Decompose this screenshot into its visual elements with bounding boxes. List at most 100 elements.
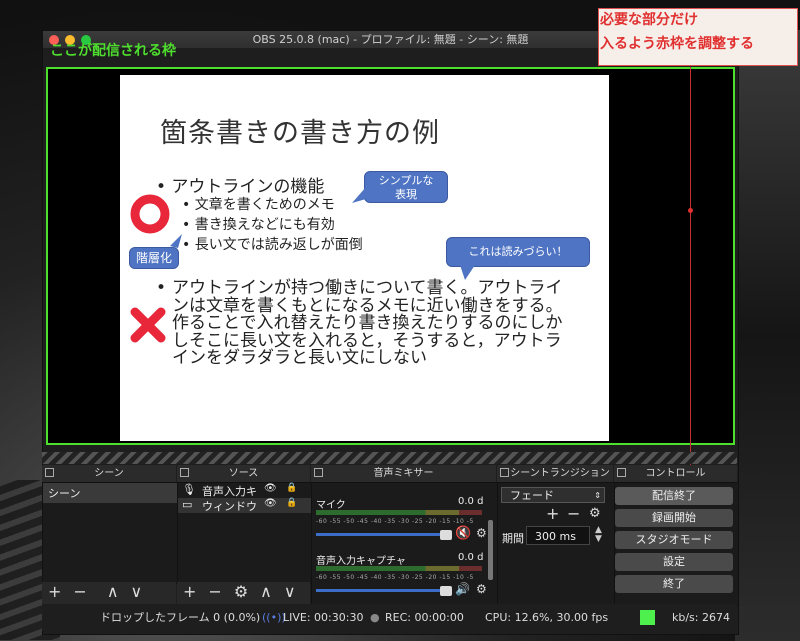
sources-list[interactable]: 🎙 音声入力キ 👁 🔒 ▭ ウィンドウ 👁 🔒 (177, 482, 312, 584)
remove-scene-button[interactable]: − (73, 582, 86, 601)
scene-item[interactable]: シーン (43, 483, 177, 503)
red-annotation-note: 必要な部分だけ 入るよう赤枠を調整する (598, 8, 798, 66)
slide-title: 箇条書きの書き方の例 (160, 118, 440, 149)
bubble-hard-tail (459, 262, 477, 280)
remove-transition-button[interactable]: − (567, 504, 580, 523)
slide-sub-item: • 書き換えなどにも有効 (182, 217, 335, 233)
duration-input[interactable]: 300 ms (526, 526, 590, 545)
muted-speaker-icon[interactable]: 🔇 (455, 526, 471, 541)
start-recording-button[interactable]: 録画開始 (615, 509, 733, 527)
bubble-simple-line1: シンプルな (378, 174, 434, 187)
bubble-simple-tail (352, 187, 366, 203)
lock-icon[interactable]: 🔒 (286, 483, 297, 493)
bubble-simple-line2: 表現 (395, 188, 417, 201)
sources-toolbar: + − ⚙ ∧ ∨ (177, 582, 310, 604)
controls-dock-header: コントロール (614, 465, 737, 483)
cpu-status: CPU: 12.6%, 30.00 fps (485, 611, 609, 624)
slide-paragraph-bullet: • (156, 278, 167, 298)
eye-icon[interactable]: 👁 (264, 498, 277, 509)
dock-grip-icon[interactable] (617, 468, 626, 477)
source-down-button[interactable]: ∨ (284, 582, 296, 601)
scenes-toolbar: + − ∧ ∨ (42, 582, 176, 604)
slide-paragraph: • アウトラインが持つ働きについて書く。アウトラインは文章を書くもとになるメモに… (156, 278, 576, 368)
duration-label: 期間 (502, 532, 524, 545)
scene-down-button[interactable]: ∨ (131, 582, 143, 601)
dock-grip-icon[interactable] (314, 468, 323, 477)
rec-timer: REC: 00:00:00 (385, 611, 464, 624)
transitions-dock-title: シーントランジション (510, 468, 610, 479)
volume-slider-knob[interactable] (440, 530, 452, 540)
remove-source-button[interactable]: − (208, 582, 221, 601)
crop-handle[interactable] (688, 208, 693, 213)
dock-divider[interactable] (42, 452, 737, 464)
source-item-label: ウィンドウ (202, 500, 257, 513)
source-up-button[interactable]: ∧ (260, 582, 272, 601)
slide-sub-item: • 文章を書くためのメモ (182, 197, 335, 213)
sources-dock-header: ソース (177, 465, 310, 483)
slide-paragraph-text: アウトラインが持つ働きについて書く。アウトラインは文章を書くもとになるメモに近い… (172, 278, 563, 368)
transitions-dock-header: シーントランジション (497, 465, 613, 483)
volume-meter (316, 566, 482, 571)
window-title: OBS 25.0.8 (mac) - プロファイル: 無題 - シーン: 無題 (252, 33, 529, 46)
add-scene-button[interactable]: + (48, 582, 61, 601)
settings-button[interactable]: 設定 (615, 553, 733, 571)
bitrate-status: kb/s: 2674 (672, 611, 730, 624)
mixer-settings-gear-icon[interactable]: ⚙ (476, 582, 487, 596)
scene-up-button[interactable]: ∧ (107, 582, 119, 601)
mixer-channel-db: 0.0 d (458, 496, 484, 507)
mixer-channel-db: 0.0 d (458, 552, 484, 563)
mixer-dock-title: 音声ミキサー (373, 468, 434, 479)
scenes-dock-title: シーン (94, 468, 124, 479)
source-item-label: 音声入力キ (202, 485, 257, 498)
mixer-settings-gear-icon[interactable]: ⚙ (476, 526, 487, 540)
sources-dock-title: ソース (228, 468, 259, 479)
mixer-channel-name: マイク (316, 500, 346, 511)
duration-stepper[interactable]: ▲ ▼ (595, 526, 602, 544)
dock-grip-icon[interactable] (45, 468, 54, 477)
red-annotation-line1: 必要な部分だけ (600, 12, 698, 28)
volume-slider[interactable] (316, 589, 446, 592)
mixer-dock-header: 音声ミキサー (311, 465, 496, 483)
transition-select-value: フェード (510, 489, 554, 502)
studio-mode-button[interactable]: スタジオモード (615, 531, 733, 549)
speaker-icon[interactable]: 🔊 (455, 582, 470, 596)
mixer-channel-name: 音声入力キャプチャ (316, 556, 406, 567)
bubble-simple: シンプルな 表現 (364, 171, 448, 203)
dock-grip-icon[interactable] (500, 468, 509, 477)
add-source-button[interactable]: + (183, 582, 196, 601)
eye-icon[interactable]: 👁 (264, 483, 277, 494)
dock-grip-icon[interactable] (180, 468, 189, 477)
red-annotation-line2: 入るよう赤枠を調整する (600, 36, 754, 52)
transition-settings-gear-icon[interactable]: ⚙ (589, 506, 601, 521)
chevron-updown-icon: ⇕ (594, 491, 601, 500)
source-settings-gear-icon[interactable]: ⚙ (234, 582, 248, 601)
slide-sub-item: • 長い文では読み返しが面倒 (182, 237, 363, 253)
source-item[interactable]: ▭ ウィンドウ 👁 🔒 (178, 498, 311, 513)
scenes-dock-header: シーン (42, 465, 176, 483)
lock-icon[interactable]: 🔒 (286, 498, 297, 508)
mixer-scrollbar[interactable] (488, 520, 493, 580)
mic-icon: 🎙 (182, 483, 196, 496)
desktop-background-right (735, 30, 800, 641)
dropped-frames-status: ドロップしたフレーム 0 (0.0%) (100, 611, 261, 624)
volume-slider-knob[interactable] (440, 586, 452, 596)
add-transition-button[interactable]: + (546, 504, 559, 523)
circle-good-icon (130, 194, 170, 234)
transition-select[interactable]: フェード ⇕ (501, 487, 605, 503)
meter-ticks: -60 -55 -50 -45 -40 -35 -30 -25 -20 -15 … (316, 518, 474, 525)
cross-bad-icon (130, 307, 166, 343)
exit-button[interactable]: 終了 (615, 575, 733, 593)
frame-annotation-label: ここが配信される枠 (50, 43, 176, 59)
source-item[interactable]: 🎙 音声入力キ 👁 🔒 (178, 483, 311, 498)
volume-slider[interactable] (316, 533, 446, 536)
status-bar: ドロップしたフレーム 0 (0.0%) ((•)) LIVE: 00:30:30… (42, 604, 737, 631)
rec-dot-icon: ● (370, 611, 380, 624)
stop-streaming-button[interactable]: 配信終了 (615, 487, 733, 505)
live-timer: LIVE: 00:30:30 (283, 611, 364, 624)
volume-meter (316, 510, 482, 515)
controls-dock-title: コントロール (645, 468, 706, 479)
stream-health-indicator (640, 610, 655, 625)
scenes-list[interactable]: シーン (42, 482, 178, 584)
meter-ticks: -60 -55 -50 -45 -40 -35 -30 -25 -20 -15 … (316, 574, 474, 581)
window-icon: ▭ (182, 498, 193, 511)
